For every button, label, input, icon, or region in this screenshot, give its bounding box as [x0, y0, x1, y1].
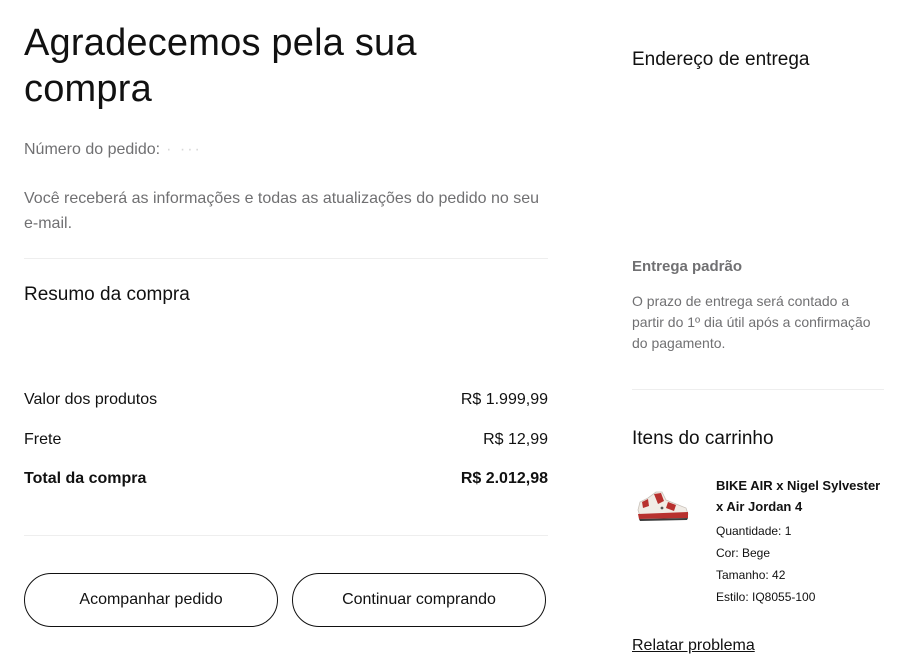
- order-number-value: · ···: [166, 141, 202, 158]
- order-number-label: Número do pedido:: [24, 141, 161, 158]
- divider: [24, 258, 548, 259]
- shipping-method: Entrega padrão: [632, 258, 743, 275]
- page-title: Agradecemos pela sua compra: [24, 22, 417, 110]
- shipping-description: O prazo de entrega será contado a partir…: [632, 293, 871, 351]
- sneaker-image: [632, 480, 692, 530]
- summary-row-total: Total da compra R$ 2.012,98: [24, 470, 548, 488]
- summary-row-products: Valor dos produtos R$ 1.999,99: [24, 391, 548, 409]
- divider: [24, 535, 548, 536]
- continue-shopping-button[interactable]: Continuar comprando: [292, 573, 546, 627]
- order-number: Número do pedido: · ···: [24, 141, 202, 159]
- cart-item-color: Cor: Bege: [716, 546, 771, 560]
- cart-item-name: BIKE AIR x Nigel Sylvester x Air Jordan …: [716, 478, 881, 514]
- shipping-address-title: Endereço de entrega: [632, 49, 810, 70]
- summary-label: Total da compra: [24, 470, 147, 487]
- cart-item-quantity: Quantidade: 1: [716, 524, 792, 538]
- summary-label: Valor dos produtos: [24, 391, 158, 408]
- cart-title: Itens do carrinho: [632, 428, 774, 449]
- cart-item-style: Estilo: IQ8055-100: [716, 590, 816, 604]
- cart-item-size: Tamanho: 42: [716, 568, 786, 582]
- summary-label: Frete: [24, 431, 62, 448]
- summary-row-shipping: Frete R$ 12,99: [24, 431, 548, 449]
- summary-value: R$ 2.012,98: [460, 470, 548, 487]
- order-info-text: Você receberá as informações e todas as …: [24, 190, 539, 232]
- summary-title: Resumo da compra: [24, 284, 190, 305]
- summary-value: R$ 1.999,99: [460, 391, 548, 408]
- report-problem-link[interactable]: Relatar problema: [632, 637, 755, 655]
- divider: [632, 389, 884, 390]
- track-order-button[interactable]: Acompanhar pedido: [24, 573, 278, 627]
- summary-value: R$ 12,99: [483, 431, 548, 448]
- cart-item: BIKE AIR x Nigel Sylvester x Air Jordan …: [716, 475, 884, 608]
